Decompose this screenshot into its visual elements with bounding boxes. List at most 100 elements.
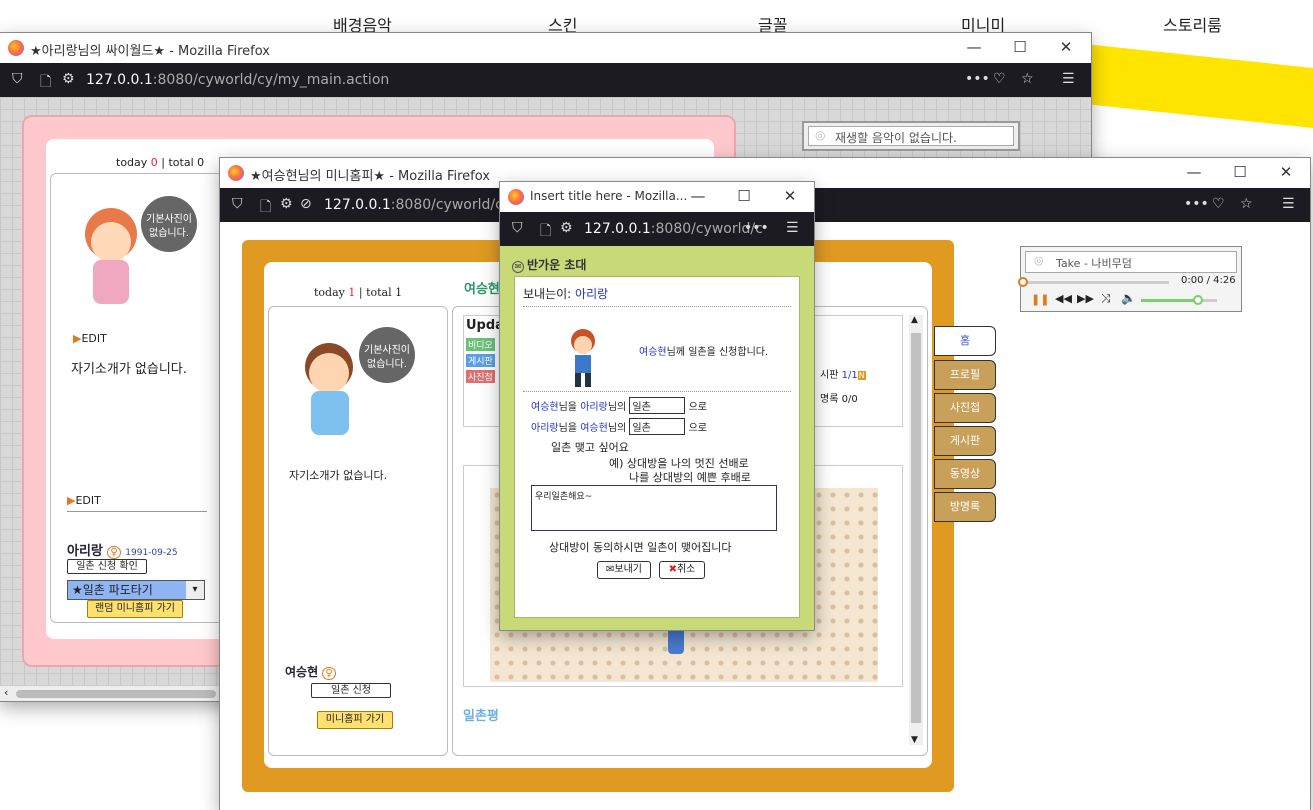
tab-home[interactable]: 홈 <box>934 326 996 356</box>
close-icon[interactable]: ✕ <box>780 187 800 205</box>
svg-text:없습니다.: 없습니다. <box>149 226 189 239</box>
more-icon[interactable]: ••• <box>744 220 769 236</box>
tab-video[interactable]: 동영상 <box>934 459 996 489</box>
permissions-icon[interactable]: ⚙ <box>280 196 293 212</box>
profile-panel: 기본사진이 없습니다. ▶EDIT 자기소개가 없습니다. ▶EDIT 아리랑 … <box>50 173 230 623</box>
sender-row: 보내는이: 아리랑 <box>523 285 791 307</box>
edit-photo-link[interactable]: ▶EDIT <box>73 332 107 345</box>
request-line: 여승현님께 일촌을 신청합니다. <box>639 347 769 358</box>
previous-icon[interactable]: ◀◀ <box>1055 292 1072 305</box>
chevron-down-icon[interactable]: ▾ <box>186 581 204 599</box>
music-icon: ◎ <box>1034 254 1044 267</box>
maximize-icon[interactable]: ☐ <box>1230 163 1250 181</box>
address-bar[interactable]: ⛉ 🗋 ⚙ 127.0.0.1:8080/cyworld/c ••• ☰ <box>500 212 814 246</box>
horizontal-scrollbar[interactable]: ‹ <box>0 685 220 701</box>
video-badge: 비디오 <box>466 338 495 351</box>
music-status: ◎ 재생할 음악이 없습니다. <box>808 126 1014 146</box>
message-textarea[interactable]: 우리일촌해요~ <box>531 485 777 531</box>
address-bar[interactable]: ⛉ 🗋 ⚙ 127.0.0.1:8080/cyworld/cy/my_main.… <box>0 63 1091 97</box>
more-icon[interactable]: ••• <box>965 71 990 87</box>
svg-text:없습니다.: 없습니다. <box>367 357 407 370</box>
bookmark-star-icon[interactable]: ☆ <box>1240 196 1253 212</box>
autoplay-blocked-icon[interactable]: ⊘ <box>300 196 312 212</box>
vertical-scrollbar[interactable]: ▲ ▼ <box>909 315 923 745</box>
url-host: 127.0.0.1 <box>324 197 391 213</box>
close-icon[interactable]: ✕ <box>1056 38 1076 56</box>
envelope-icon: ✉ <box>512 261 524 273</box>
firefox-icon <box>508 189 524 205</box>
default-profile-girl-image: 기본사진이 없습니다. <box>85 196 197 304</box>
divider <box>523 391 791 392</box>
send-button[interactable]: ✉보내기 <box>597 561 651 579</box>
svg-text:기본사진이: 기본사진이 <box>146 213 192 225</box>
progress-bar[interactable] <box>1018 277 1169 287</box>
scroll-left-icon[interactable]: ‹ <box>4 686 8 699</box>
more-icon[interactable]: ••• <box>1184 196 1209 212</box>
tab-photos[interactable]: 사진첩 <box>934 393 996 423</box>
shuffle-icon[interactable]: ⤨ <box>1101 291 1111 306</box>
minihome-title: 여승현 <box>464 282 500 297</box>
ilchon-request-popup: Insert title here - Mozilla... — ☐ ✕ ⛉ 🗋… <box>500 182 814 630</box>
profile-panel: 기본사진이 없습니다. 자기소개가 없습니다. 여승현 ♀ 일촌 신청 미니홈피… <box>268 306 448 756</box>
visitor-counter: today 1 | total 1 <box>314 286 403 299</box>
window-title: ★여승현님의 미니홈피★ - Mozilla Firefox <box>250 169 490 184</box>
minimize-icon[interactable]: — <box>964 38 984 56</box>
updated-heading: Upda <box>466 318 504 333</box>
progress-knob[interactable] <box>1018 277 1028 287</box>
ilchon-surf-select[interactable]: ★일촌 파도타기 ▾ <box>67 580 205 600</box>
scroll-up-icon[interactable]: ▲ <box>911 315 918 325</box>
tab-guestbook[interactable]: 방명록 <box>934 492 996 522</box>
permissions-icon[interactable]: ⚙ <box>560 220 573 236</box>
notice-text: 상대방이 동의하시면 일촌이 맺어집니다 <box>549 541 732 554</box>
volume-icon[interactable]: 🔈 <box>1121 291 1136 305</box>
permissions-icon[interactable]: ⚙ <box>62 71 75 87</box>
go-minihome-button[interactable]: 미니홈피 가기 <box>317 711 393 729</box>
next-icon[interactable]: ▶▶ <box>1077 292 1094 305</box>
maximize-icon[interactable]: ☐ <box>734 187 754 205</box>
scroll-down-icon[interactable]: ▼ <box>911 735 918 745</box>
ilchon-confirm-button[interactable]: 일촌 신청 확인 <box>67 559 147 574</box>
volume-knob[interactable] <box>1193 295 1203 305</box>
intro-text: 자기소개가 없습니다. <box>71 362 187 377</box>
edit-intro-link[interactable]: ▶EDIT <box>67 494 207 512</box>
minimize-icon[interactable]: — <box>688 187 708 205</box>
window-title: ★아리랑님의 싸이월드★ - Mozilla Firefox <box>30 44 270 59</box>
ilchon-comment-heading: 일촌평 <box>463 709 499 724</box>
shield-icon[interactable]: ⛉ <box>512 220 523 236</box>
url-path: :8080/cyworld/cy/my_main.action <box>152 72 390 88</box>
menu-icon[interactable]: ☰ <box>1062 71 1075 87</box>
url-host: 127.0.0.1 <box>86 72 153 88</box>
relation-input-2[interactable]: 일촌 <box>629 418 686 435</box>
ilchon-request-button[interactable]: 일촌 신청 <box>311 683 391 698</box>
cancel-button[interactable]: ✖취소 <box>659 561 705 579</box>
window-title: Insert title here - Mozilla... <box>530 189 688 203</box>
pause-icon[interactable]: ❚❚ <box>1031 293 1049 306</box>
close-icon[interactable]: ✕ <box>1276 163 1296 181</box>
yellow-banner <box>1085 44 1313 128</box>
owner-name: 아리랑 ♀ 1991-09-25 <box>67 544 178 559</box>
visitor-counter: today 0 | total 0 <box>116 156 205 169</box>
shield-icon[interactable]: ⛉ <box>232 196 243 212</box>
shield-icon[interactable]: ⛉ <box>12 71 23 87</box>
volume-slider[interactable] <box>1141 295 1217 305</box>
default-profile-boy-image: 기본사진이 없습니다. <box>305 327 415 435</box>
popup-body: ✉ 반가운 초대 보내는이: 아리랑 여승현님께 일촌을 신청합니다. 여승현님을… <box>500 246 814 630</box>
time-display: 0:00 / 4:26 <box>1181 275 1236 286</box>
tab-profile[interactable]: 프로필 <box>934 360 996 390</box>
nav-storyroom[interactable]: 스토리룸 <box>1163 12 1222 36</box>
music-icon: ◎ <box>815 128 826 142</box>
relation-input-1[interactable]: 일촌 <box>629 397 686 414</box>
tab-board[interactable]: 게시판 <box>934 426 996 456</box>
menu-icon[interactable]: ☰ <box>786 220 799 236</box>
pocket-icon[interactable]: ♡ <box>1212 196 1225 212</box>
maximize-icon[interactable]: ☐ <box>1010 38 1030 56</box>
firefox-icon <box>228 165 244 181</box>
menu-icon[interactable]: ☰ <box>1282 196 1295 212</box>
bookmark-star-icon[interactable]: ☆ <box>1021 71 1034 87</box>
owner-name: 여승현 ♀ <box>285 663 336 680</box>
intro-text: 자기소개가 없습니다. <box>289 469 388 482</box>
random-minihome-button[interactable]: 랜덤 미니홈피 가기 <box>87 600 183 618</box>
minimize-icon[interactable]: — <box>1184 163 1204 181</box>
pocket-icon[interactable]: ♡ <box>993 71 1006 87</box>
guestbook-count: 명록 0/0 <box>820 394 858 405</box>
